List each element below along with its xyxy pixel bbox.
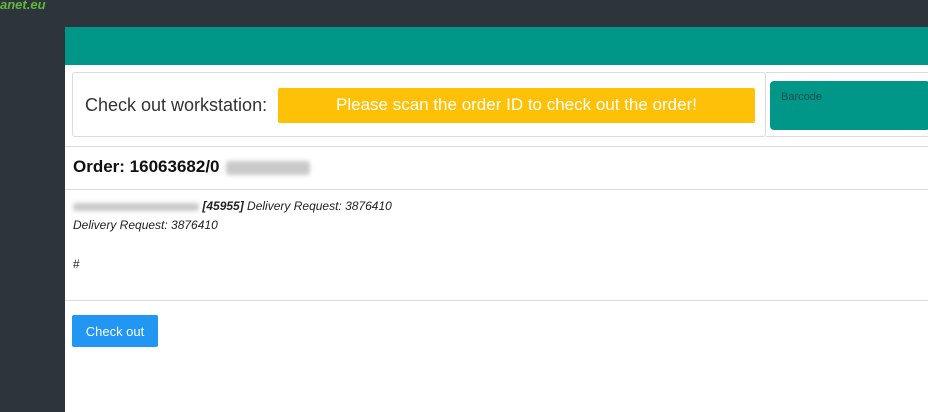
divider: [65, 189, 928, 190]
delivery-request-text: Delivery Request: 3876410: [243, 199, 392, 213]
item-id: [45955]: [202, 199, 244, 213]
barcode-placeholder: Barcode: [781, 91, 822, 103]
barcode-panel: Barcode: [766, 72, 928, 137]
hash-symbol: #: [73, 257, 80, 271]
workstation-panel: Check out workstation: Please scan the o…: [72, 72, 766, 137]
app-logo[interactable]: anet.eu: [0, 0, 46, 12]
barcode-input[interactable]: Barcode: [770, 81, 928, 130]
order-number: Order: 16063682/0: [73, 157, 220, 176]
redacted-text: [226, 160, 311, 175]
delivery-request-line: Delivery Request: 3876410: [73, 218, 218, 232]
divider: [65, 300, 928, 301]
scan-instruction-banner: Please scan the order ID to check out th…: [278, 88, 755, 123]
divider: [65, 146, 928, 147]
checkout-button[interactable]: Check out: [72, 315, 158, 347]
header-band: [65, 27, 928, 65]
order-line-item: [45955] Delivery Request: 3876410: [73, 199, 392, 213]
workstation-label: Check out workstation:: [85, 95, 268, 115]
order-title: Order: 16063682/0: [73, 157, 311, 177]
top-navbar: anet.eu: [0, 0, 928, 27]
redacted-text: [73, 202, 199, 211]
sidebar: [0, 27, 65, 412]
